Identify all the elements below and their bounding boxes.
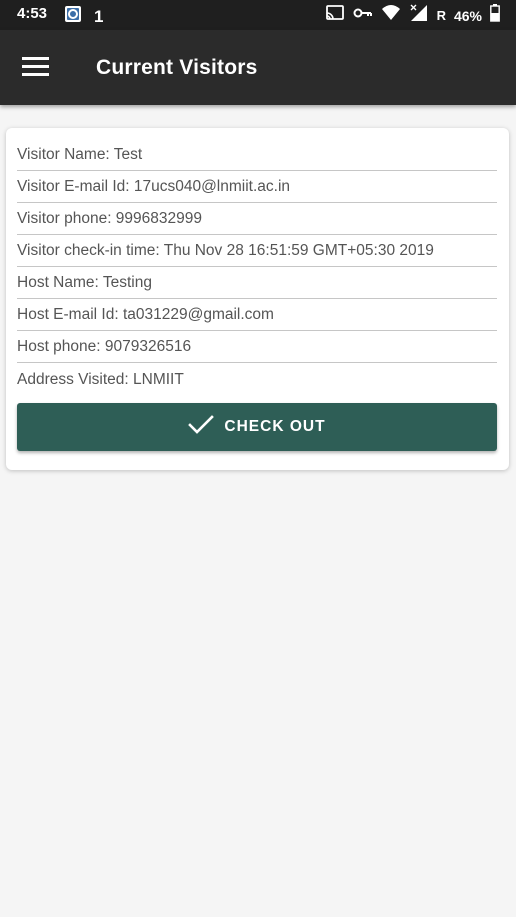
host-phone-text: Host phone: 9079326516 bbox=[17, 338, 192, 355]
carrier-indicator: 1 bbox=[94, 6, 104, 26]
app-notification-icon bbox=[64, 5, 82, 28]
vpn-key-icon bbox=[353, 4, 373, 27]
status-right-icons: R 46% bbox=[325, 4, 500, 27]
host-name-field: Host Name: Testing bbox=[17, 267, 497, 299]
visitor-checkin-text: Visitor check-in time: Thu Nov 28 16:51:… bbox=[17, 242, 434, 259]
battery-icon bbox=[490, 4, 500, 27]
signal-icon bbox=[409, 4, 429, 27]
battery-percent: 46% bbox=[453, 7, 482, 24]
visitor-email-field: Visitor E-mail Id: 17ucs040@lnmiit.ac.in bbox=[17, 171, 497, 203]
status-left-icons: 1 bbox=[64, 5, 103, 28]
check-out-label: CHECK OUT bbox=[224, 418, 326, 435]
host-name-text: Host Name: Testing bbox=[17, 274, 152, 291]
visitor-phone-field: Visitor phone: 9996832999 bbox=[17, 203, 497, 235]
page-title: Current Visitors bbox=[96, 56, 258, 79]
app-bar: Current Visitors bbox=[0, 30, 516, 105]
check-out-button[interactable]: CHECK OUT bbox=[17, 403, 497, 451]
visitor-phone-text: Visitor phone: 9996832999 bbox=[17, 210, 203, 227]
visitor-name-text: Visitor Name: Test bbox=[17, 146, 143, 163]
visitor-checkin-field: Visitor check-in time: Thu Nov 28 16:51:… bbox=[17, 235, 497, 267]
network-label: R bbox=[436, 8, 446, 23]
status-bar: 4:53 1 R 46% bbox=[0, 0, 516, 30]
host-email-field: Host E-mail Id: ta031229@gmail.com bbox=[17, 299, 497, 331]
visitor-card: Visitor Name: Test Visitor E-mail Id: 17… bbox=[6, 128, 509, 470]
check-icon bbox=[188, 414, 215, 440]
visitor-name-field: Visitor Name: Test bbox=[17, 139, 497, 171]
hamburger-menu-icon[interactable] bbox=[22, 56, 50, 78]
address-visited-field: Address Visited: LNMIIT bbox=[17, 363, 497, 395]
host-email-text: Host E-mail Id: ta031229@gmail.com bbox=[17, 306, 274, 323]
host-phone-field: Host phone: 9079326516 bbox=[17, 331, 497, 363]
status-time: 4:53 bbox=[17, 5, 48, 22]
wifi-icon bbox=[381, 4, 401, 27]
visitor-email-text: Visitor E-mail Id: 17ucs040@lnmiit.ac.in bbox=[17, 178, 291, 195]
address-visited-text: Address Visited: LNMIIT bbox=[17, 371, 184, 388]
check-out-button-content: CHECK OUT bbox=[188, 414, 326, 440]
cast-icon bbox=[325, 4, 345, 27]
